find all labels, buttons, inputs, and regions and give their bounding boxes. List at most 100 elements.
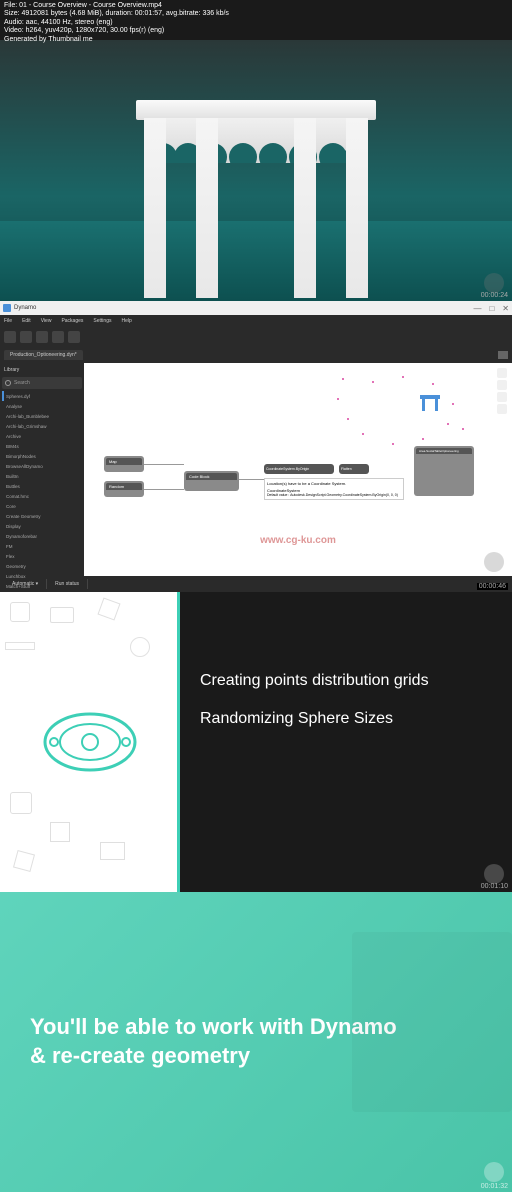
sidebar-category[interactable]: Display [2,521,82,531]
table-leg [294,118,316,298]
tooltip-line: Default value : Autodesk.DesignScript.Ge… [267,493,401,497]
search-icon [5,380,11,386]
sidebar-category[interactable]: Analyse [2,401,82,411]
toolbar-undo-icon[interactable] [52,331,64,343]
zoom-in-icon[interactable] [497,380,507,390]
menu-file[interactable]: File [4,318,12,324]
sidebar-category[interactable]: Geometry [2,561,82,571]
laptop-image [352,932,512,1112]
sidebar-category[interactable]: Archi-lab_Grimshaw [2,421,82,431]
meta-audio: Audio: aac, 44100 Hz, stereo (eng) [4,19,229,27]
timestamp: 00:01:10 [481,883,508,890]
wire [144,489,184,490]
sidebar-category[interactable]: Spheres.dyf [2,391,82,401]
menu-view[interactable]: View [41,318,52,324]
panel-slide-teal: You'll be able to work with Dynamo & re-… [0,892,512,1192]
wire [144,464,184,465]
center-oval-icon [40,707,140,777]
node-flatten[interactable]: Flatten [339,464,369,474]
toolbar-open-icon[interactable] [20,331,32,343]
sidebar-category[interactable]: Flex [2,551,82,561]
app-body: Library Search Spheres.dyfAnalyseArchi-l… [0,363,512,576]
sidebar-category[interactable]: Comat.hmc [2,491,82,501]
toolbar-save-icon[interactable] [36,331,48,343]
render-background [0,40,512,301]
node-codeblock[interactable]: Code Block [184,471,239,491]
meta-file: File: 01 - Course Overview - Course Over… [4,2,229,10]
sidebar-category[interactable]: Core [2,501,82,511]
node-random[interactable]: Random [104,481,144,497]
close-icon[interactable]: ✕ [502,304,509,313]
node-graph: Map Random Code Block CoordinateSystem.B… [104,446,492,526]
slide-line-1: Creating points distribution grids [200,672,492,690]
node-coord[interactable]: CoordinateSystem.ByOrigin [264,464,334,474]
wire [239,479,264,480]
slide-text: Creating points distribution grids Rando… [180,592,512,892]
canvas-controls [497,368,507,414]
scallop-cut [229,143,257,163]
table-leg [144,118,166,298]
panel-render: File: 01 - Course Overview - Course Over… [0,0,512,301]
table-top [136,100,376,120]
sidebar-category[interactable]: Create Geometry [2,511,82,521]
table-preview-icon [418,393,442,413]
run-status: Run status [47,579,88,589]
node-tooltip: Location(s) have to be a Coordinate Syst… [264,478,404,500]
menu-packages[interactable]: Packages [61,318,83,324]
app-title: Dynamo [14,305,36,311]
overlay-button[interactable] [484,552,504,572]
sidebar-category[interactable]: Archi-lab_Bumblebee [2,411,82,421]
menu-help[interactable]: Help [121,318,131,324]
library-sidebar: Library Search Spheres.dyfAnalyseArchi-l… [0,363,84,576]
video-metadata: File: 01 - Course Overview - Course Over… [4,2,229,44]
pan-icon[interactable] [497,404,507,414]
menu-edit[interactable]: Edit [22,318,31,324]
toolbar-new-icon[interactable] [4,331,16,343]
node-map[interactable]: Map [104,456,144,472]
panel-slide-icons: Creating points distribution grids Rando… [0,592,512,892]
panel-dynamo: Dynamo — □ ✕ File Edit View Packages Set… [0,301,512,592]
overlay-button[interactable] [484,273,504,293]
slide-line-2: Randomizing Sphere Sizes [200,710,492,728]
meta-gen: Generated by Thumbnail me [4,36,229,44]
toolbar-redo-icon[interactable] [68,331,80,343]
zoom-fit-icon[interactable] [497,368,507,378]
maximize-icon[interactable]: □ [489,304,494,313]
document-tab[interactable]: Production_Optioneering.dyn* [4,350,83,360]
node-optioneer[interactable]: Area.SocialTableOptioneering [414,446,474,496]
scallop-cut [319,143,347,163]
table-3d [136,100,376,300]
tooltip-line: Location(s) have to be a Coordinate Syst… [267,481,401,486]
camera-icon[interactable] [498,351,508,359]
search-input[interactable]: Search [2,377,82,389]
node-canvas[interactable]: Map Random Code Block CoordinateSystem.B… [84,363,512,576]
sidebar-category[interactable]: FM [2,541,82,551]
watermark: www.cg-ku.com [260,535,336,546]
meta-video: Video: h264, yuv420p, 1280x720, 30.00 fp… [4,27,229,35]
tab-bar: Production_Optioneering.dyn* [0,347,512,363]
menu-bar: File Edit View Packages Settings Help [0,315,512,327]
icon-strip [0,592,180,892]
accent-border [177,592,180,892]
zoom-out-icon[interactable] [497,392,507,402]
timestamp: 00:00:24 [481,292,508,299]
scallop-cut [259,143,287,163]
library-header: Library [2,365,82,375]
timestamp: 00:00:46 [477,583,508,590]
minimize-icon[interactable]: — [473,304,481,313]
table-apron [144,118,368,163]
sidebar-category[interactable]: BimorphNodes [2,451,82,461]
sidebar-category[interactable]: Buttles [2,481,82,491]
sidebar-category[interactable]: BIM4s [2,441,82,451]
sidebar-category[interactable]: BrowseAllDynamo [2,461,82,471]
run-mode[interactable]: Automatic ▾ [4,579,47,589]
sidebar-category[interactable]: BuiltIn [2,471,82,481]
sidebar-category[interactable]: Archive [2,431,82,441]
window-titlebar: Dynamo — □ ✕ [0,301,512,315]
menu-settings[interactable]: Settings [93,318,111,324]
overlay-button[interactable] [484,1162,504,1182]
sidebar-category[interactable]: Dynamoforebar [2,531,82,541]
table-leg [196,118,218,298]
meta-size: Size: 4912081 bytes (4.68 MiB), duration… [4,10,229,18]
overlay-button[interactable] [484,864,504,884]
